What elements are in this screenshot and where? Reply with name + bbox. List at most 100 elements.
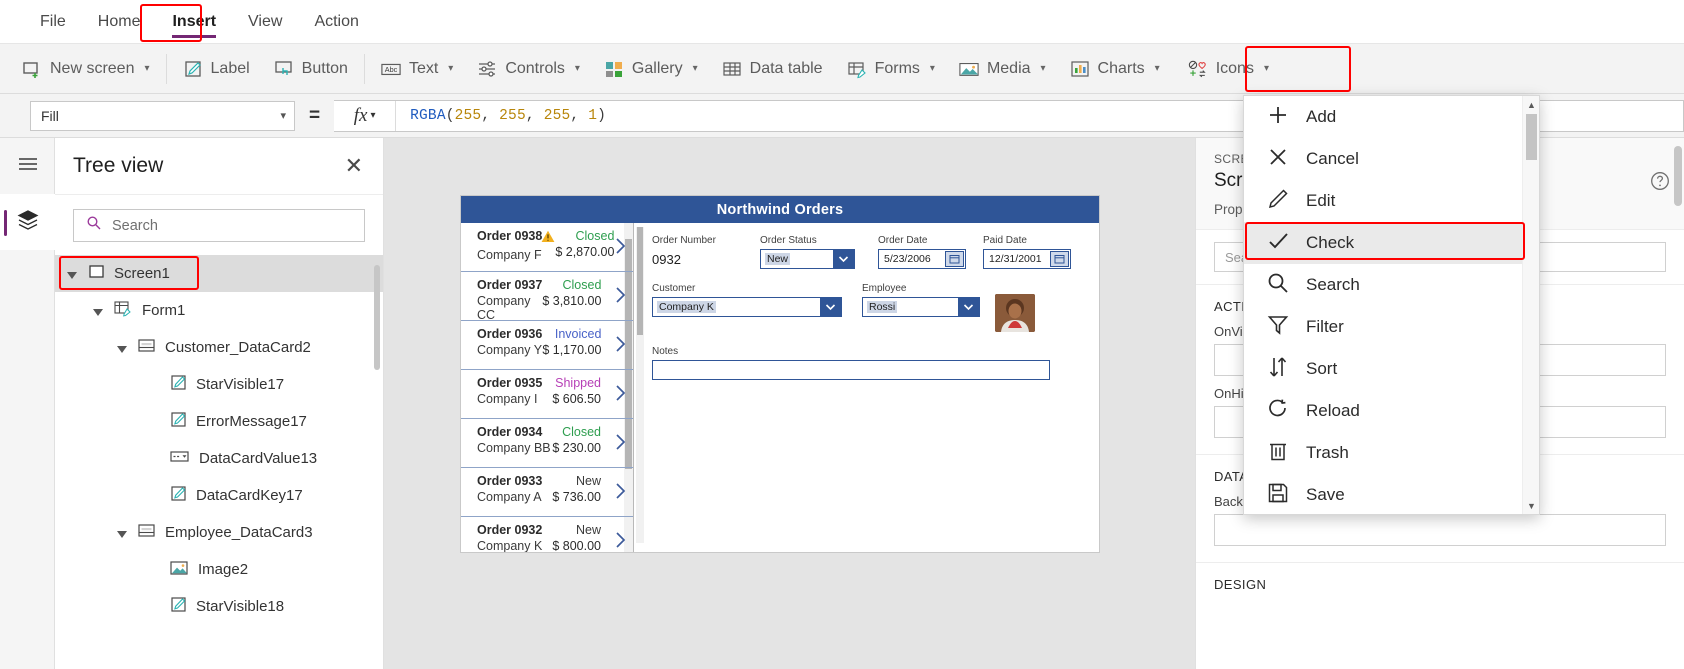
ribbon-controls[interactable]: Controls ▾ [465,48,592,90]
menu-item-view[interactable]: View [232,0,298,44]
orders-gallery[interactable]: Order 0938 Company F Closed $ 2,870.00 O… [461,223,634,552]
chevron-right-icon[interactable] [614,285,627,305]
properties-scrollbar[interactable] [1674,146,1682,206]
chevron-right-icon[interactable] [614,481,627,501]
ribbon-gallery[interactable]: Gallery ▾ [592,48,710,90]
order-date-value: 5/23/2006 [884,253,931,265]
flyout-item-edit[interactable]: Edit [1244,180,1539,222]
chevron-right-icon[interactable] [614,334,627,354]
flyout-item-cancel[interactable]: Cancel [1244,138,1539,180]
gallery-item[interactable]: Order 0933 Company A New $ 736.00 [461,468,633,517]
image-icon [170,560,189,580]
scroll-up-icon[interactable]: ▲ [1523,96,1539,113]
gallery-item[interactable]: Order 0934 Company BB Closed $ 230.00 [461,419,633,468]
property-selector[interactable]: Fill ▾ [30,100,295,131]
gallery-item[interactable]: Order 0937 Company CC Closed $ 3,810.00 [461,272,633,322]
tree-node-form1[interactable]: Form1 [55,292,383,329]
formula-paren-close: ) [597,107,607,124]
chevron-down-icon[interactable] [958,298,979,316]
scroll-down-icon[interactable]: ▼ [1523,497,1539,514]
tree-node-customer-datacard2[interactable]: Customer_DataCard2 [55,329,383,366]
order-status: Shipped [555,376,601,390]
chevron-right-icon[interactable] [614,236,627,256]
expand-caret-icon [151,454,161,464]
flyout-item-add[interactable]: Add [1244,96,1539,138]
ribbon-button[interactable]: Button [262,48,360,90]
help-icon[interactable] [1650,171,1670,196]
tree-node-image2[interactable]: Image2 [55,551,383,588]
hamburger-menu-button[interactable] [0,138,55,194]
paid-date-input[interactable]: 12/31/2001 [983,249,1071,269]
fx-button[interactable]: fx ▾ [334,100,397,131]
tree-node-starvisible17[interactable]: StarVisible17 [55,366,383,403]
rail-tree-view-button[interactable] [0,194,55,250]
detail-scrollbar[interactable] [636,227,644,543]
ribbon-label[interactable]: Label [171,48,262,90]
chevron-right-icon[interactable] [614,432,627,452]
order-status-dropdown[interactable]: New [760,249,855,269]
chevron-down-icon: ▾ [1263,63,1269,74]
notes-input[interactable] [652,360,1050,380]
chevron-down-icon[interactable] [833,250,854,268]
menu-item-action[interactable]: Action [298,0,374,44]
tree-node-employee-datacard3[interactable]: Employee_DataCard3 [55,514,383,551]
calendar-icon[interactable] [1050,251,1069,267]
tree-node-label: ErrorMessage17 [196,413,307,430]
flyout-item-search[interactable]: Search [1244,264,1539,306]
expand-caret-icon[interactable] [69,269,79,279]
chevron-down-icon: ▾ [1040,63,1046,74]
flyout-item-trash[interactable]: Trash [1244,432,1539,474]
gallery-item[interactable]: Order 0938 Company F Closed $ 2,870.00 [461,223,633,272]
formula-expression[interactable]: RGBA(255, 255, 255, 1) [396,108,606,124]
icons-flyout-menu[interactable]: Add Cancel Edit Check Search Filter Sort [1243,95,1540,515]
ribbon-forms[interactable]: Forms ▾ [835,48,947,90]
gallery-item[interactable]: Order 0936 Company Y Invoiced $ 1,170.00 [461,321,633,370]
tree-scrollbar[interactable] [374,265,380,370]
app-canvas[interactable]: Northwind Orders Order 0938 Company F Cl… [384,138,1195,669]
tree-node-datacardvalue13[interactable]: DataCardValue13 [55,440,383,477]
customer-dropdown[interactable]: Company K [652,297,842,317]
ribbon-media[interactable]: Media ▾ [947,48,1058,90]
chevron-right-icon[interactable] [614,383,627,403]
menu-item-insert[interactable]: Insert [156,0,232,44]
app-preview-screen[interactable]: Northwind Orders Order 0938 Company F Cl… [461,196,1099,552]
close-icon[interactable]: ✕ [345,155,363,177]
menu-item-home[interactable]: Home [82,0,157,44]
flyout-item-save[interactable]: Save [1244,474,1539,514]
tree-node-label: DataCardValue13 [199,450,318,467]
flyout-item-check[interactable]: Check [1244,222,1539,264]
order-date-input[interactable]: 5/23/2006 [878,249,966,269]
chevron-down-icon[interactable] [820,298,841,316]
company-name: Company F [477,248,542,262]
expand-caret-icon [151,417,161,427]
customer-value: Company K [657,301,716,313]
flyout-item-sort[interactable]: Sort [1244,348,1539,390]
tree-node-starvisible18[interactable]: StarVisible18 [55,588,383,625]
tree-node-errormessage17[interactable]: ErrorMessage17 [55,403,383,440]
ribbon-data-table[interactable]: Data table [710,48,835,90]
search-icon [1266,271,1290,300]
menu-bar: File Home Insert View Action [0,0,1684,44]
gallery-item[interactable]: Order 0935 Company I Shipped $ 606.50 [461,370,633,419]
flyout-item-filter[interactable]: Filter [1244,306,1539,348]
expand-caret-icon[interactable] [95,306,105,316]
ribbon-text[interactable]: Abc Text ▾ [369,48,465,90]
calendar-icon[interactable] [945,251,964,267]
menu-item-file[interactable]: File [24,0,82,44]
employee-dropdown[interactable]: Rossi [862,297,980,317]
tree-node-datacardkey17[interactable]: DataCardKey17 [55,477,383,514]
tree-search-input[interactable]: Search [73,209,365,242]
expand-caret-icon[interactable] [119,343,129,353]
flyout-item-reload[interactable]: Reload [1244,390,1539,432]
ribbon-charts[interactable]: Charts ▾ [1058,48,1172,90]
tree-node-screen1[interactable]: Screen1 [55,255,383,292]
ribbon-new-screen[interactable]: New screen ▾ [10,48,162,90]
order-detail-form[interactable]: Order Number 0932 Order Status New Order… [634,223,1099,552]
expand-caret-icon[interactable] [119,528,129,538]
gallery-item[interactable]: Order 0932 Company K New $ 800.00 [461,517,633,552]
chevron-right-icon[interactable] [614,530,627,550]
ribbon-icons[interactable]: Icons ▾ [1175,47,1281,90]
flyout-scrollbar[interactable]: ▲ ▼ [1522,96,1539,514]
field-input-backgroundimage[interactable] [1214,514,1666,546]
ribbon-label: Charts [1097,59,1145,77]
